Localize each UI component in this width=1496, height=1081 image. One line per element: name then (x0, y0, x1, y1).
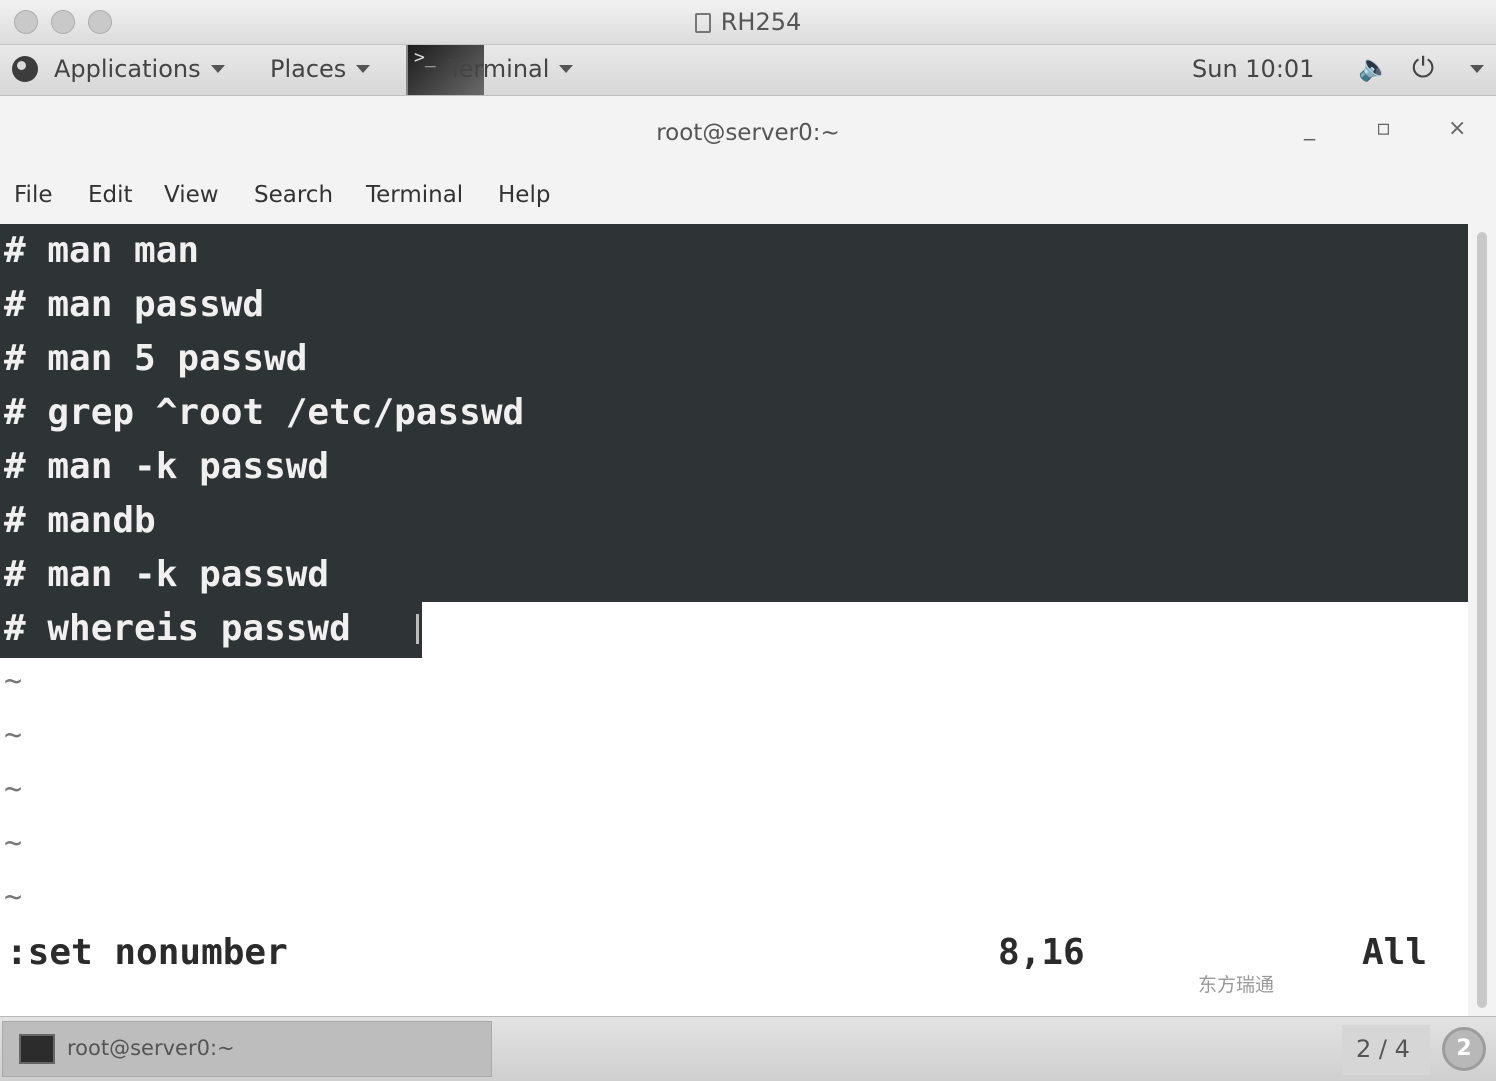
terminal-content[interactable]: # man man # man passwd # man 5 passwd # … (0, 224, 1468, 1016)
vim-command-line: :set nonumber (6, 932, 288, 973)
taskbar-item-label: root@server0:~ (67, 1036, 235, 1060)
terminal-icon (19, 1034, 55, 1064)
scrollbar-thumb[interactable] (1477, 232, 1487, 1008)
top-panel: Applications Places >_ Terminal Sun 10:0… (0, 45, 1496, 96)
document-icon (694, 13, 711, 33)
terminal-window-header: root@server0:~ _ ▫ × File Edit View Sear… (0, 96, 1496, 224)
chevron-down-icon (356, 65, 371, 73)
vim-line-1: # man man (4, 230, 200, 271)
menu-edit[interactable]: Edit (88, 182, 133, 208)
watermark-logo: 东方瑞通 (1198, 974, 1275, 996)
power-icon[interactable]: ⏻ (1412, 51, 1434, 85)
applications-menu[interactable]: Applications (54, 55, 225, 83)
notification-badge[interactable]: 2 (1442, 1027, 1486, 1071)
gnome-foot-icon (12, 56, 38, 82)
workspace-switcher[interactable]: 2 / 4 (1342, 1025, 1430, 1075)
vim-line-8: # whereis passwd (4, 608, 351, 649)
system-menu-chevron[interactable] (1460, 55, 1484, 83)
menu-search[interactable]: Search (254, 182, 333, 208)
terminal-menubar: File Edit View Search Terminal Help (0, 180, 1496, 218)
terminal-window-title: root@server0:~ (656, 120, 840, 146)
terminal-app-menu[interactable]: Terminal (448, 55, 574, 83)
chevron-down-icon (210, 65, 225, 73)
vim-line-3: # man 5 passwd (4, 338, 308, 379)
terminal-scrollbar[interactable] (1468, 224, 1496, 1016)
menu-file[interactable]: File (14, 182, 53, 208)
menu-help[interactable]: Help (498, 182, 550, 208)
outer-window-title: RH254 (720, 8, 802, 36)
empty-line-marker: ~ (4, 880, 23, 915)
clock[interactable]: Sun 10:01 (1192, 55, 1314, 83)
empty-line-marker: ~ (4, 664, 23, 699)
vim-line-6: # mandb (4, 500, 156, 541)
close-button[interactable]: × (1448, 116, 1466, 141)
vim-cursor-position: 8,16 (998, 932, 1085, 973)
bottom-panel: root@server0:~ 2 / 4 2 (0, 1016, 1496, 1081)
menu-view[interactable]: View (164, 182, 219, 208)
workspace-indicator: 2 / 4 (1356, 1035, 1410, 1063)
taskbar-item-terminal[interactable]: root@server0:~ (2, 1021, 492, 1077)
empty-line-marker: ~ (4, 718, 23, 753)
vim-scroll-indicator: All (1362, 932, 1428, 973)
vim-line-5: # man -k passwd (4, 446, 330, 487)
places-menu[interactable]: Places (270, 55, 371, 83)
chevron-down-icon (1470, 65, 1484, 73)
maximize-button[interactable]: ▫ (1376, 116, 1391, 141)
volume-icon[interactable]: 🔈 (1358, 53, 1390, 83)
outer-title-bar: RH254 (0, 0, 1496, 45)
menu-terminal[interactable]: Terminal (366, 182, 463, 208)
vim-line-2: # man passwd (4, 284, 265, 325)
minimize-button[interactable]: _ (1304, 116, 1315, 141)
text-cursor (416, 614, 419, 644)
empty-line-marker: ~ (4, 826, 23, 861)
empty-line-marker: ~ (4, 772, 23, 807)
chevron-down-icon (559, 65, 574, 73)
vim-line-7: # man -k passwd (4, 554, 330, 595)
vim-line-4: # grep ^root /etc/passwd (4, 392, 525, 433)
